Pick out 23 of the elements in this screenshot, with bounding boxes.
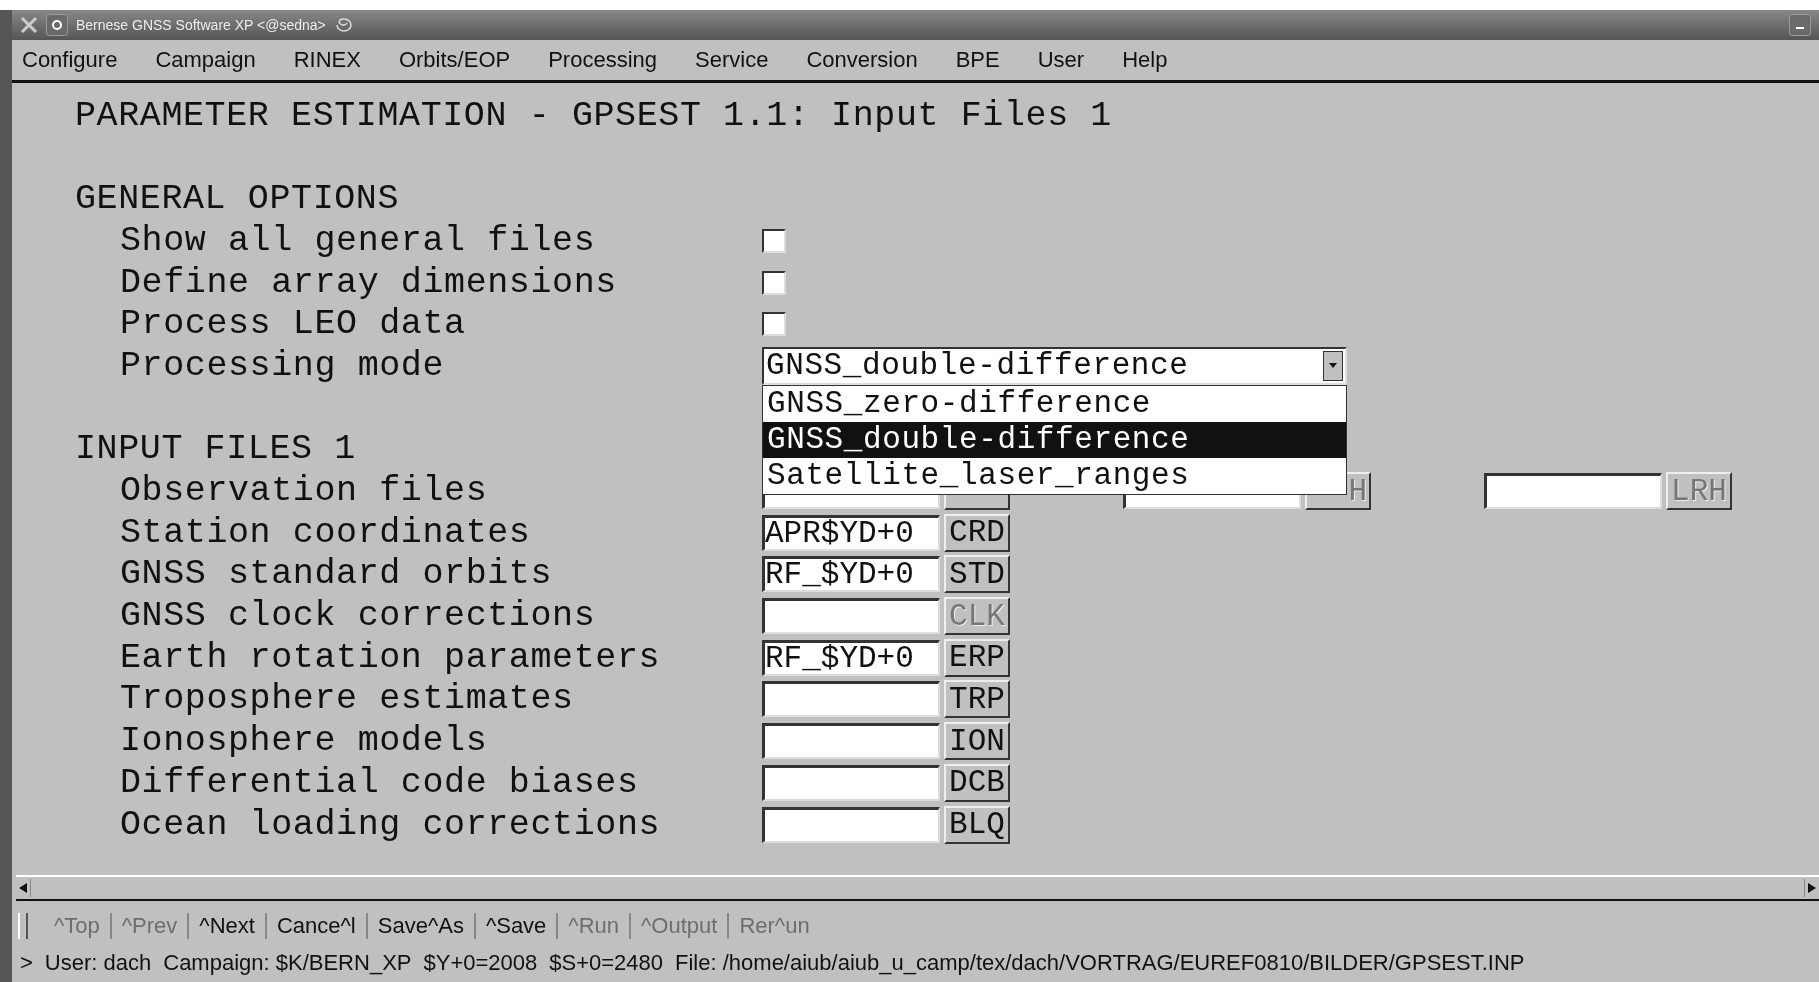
section-heading: GENERAL OPTIONS xyxy=(75,179,400,220)
panel-title: PARAMETER ESTIMATION - GPSEST 1.1: Input Files 1 xyxy=(75,95,1112,136)
section-heading: INPUT FILES 1 xyxy=(75,429,356,470)
window-title: Bernese GNSS Software XP <@sedna> xyxy=(76,17,326,33)
status-text: $S+0=2480 xyxy=(549,950,664,976)
option-label: Observation files xyxy=(120,471,488,512)
option-label: Ionosphere models xyxy=(120,721,488,762)
option-label: Define array dimensions xyxy=(120,262,617,303)
option-label: Process LEO data xyxy=(120,304,466,345)
option-label: GNSS clock corrections xyxy=(120,596,596,637)
option-label: Station coordinates xyxy=(120,512,531,553)
option-label: Ocean loading corrections xyxy=(120,804,661,845)
option-label: GNSS standard orbits xyxy=(120,554,553,595)
status-text: $Y+0=2008 xyxy=(423,950,538,976)
option-label: Processing mode xyxy=(120,345,445,386)
prompt-symbol: > xyxy=(20,950,33,976)
option-label: Troposphere estimates xyxy=(120,679,574,720)
status-text: File: /home/aiub/aiub_u_camp/tex/dach/VORTRAG/EUREF0810/BILDER/GPSEST.INP xyxy=(675,950,1525,976)
status-text: Campaign: $K/BERN_XP xyxy=(163,950,412,976)
option-label: Earth rotation parameters xyxy=(120,637,661,678)
status-text: User: dach xyxy=(44,950,152,976)
option-label: Show all general files xyxy=(120,220,596,261)
option-label: Differential code biases xyxy=(120,762,639,803)
